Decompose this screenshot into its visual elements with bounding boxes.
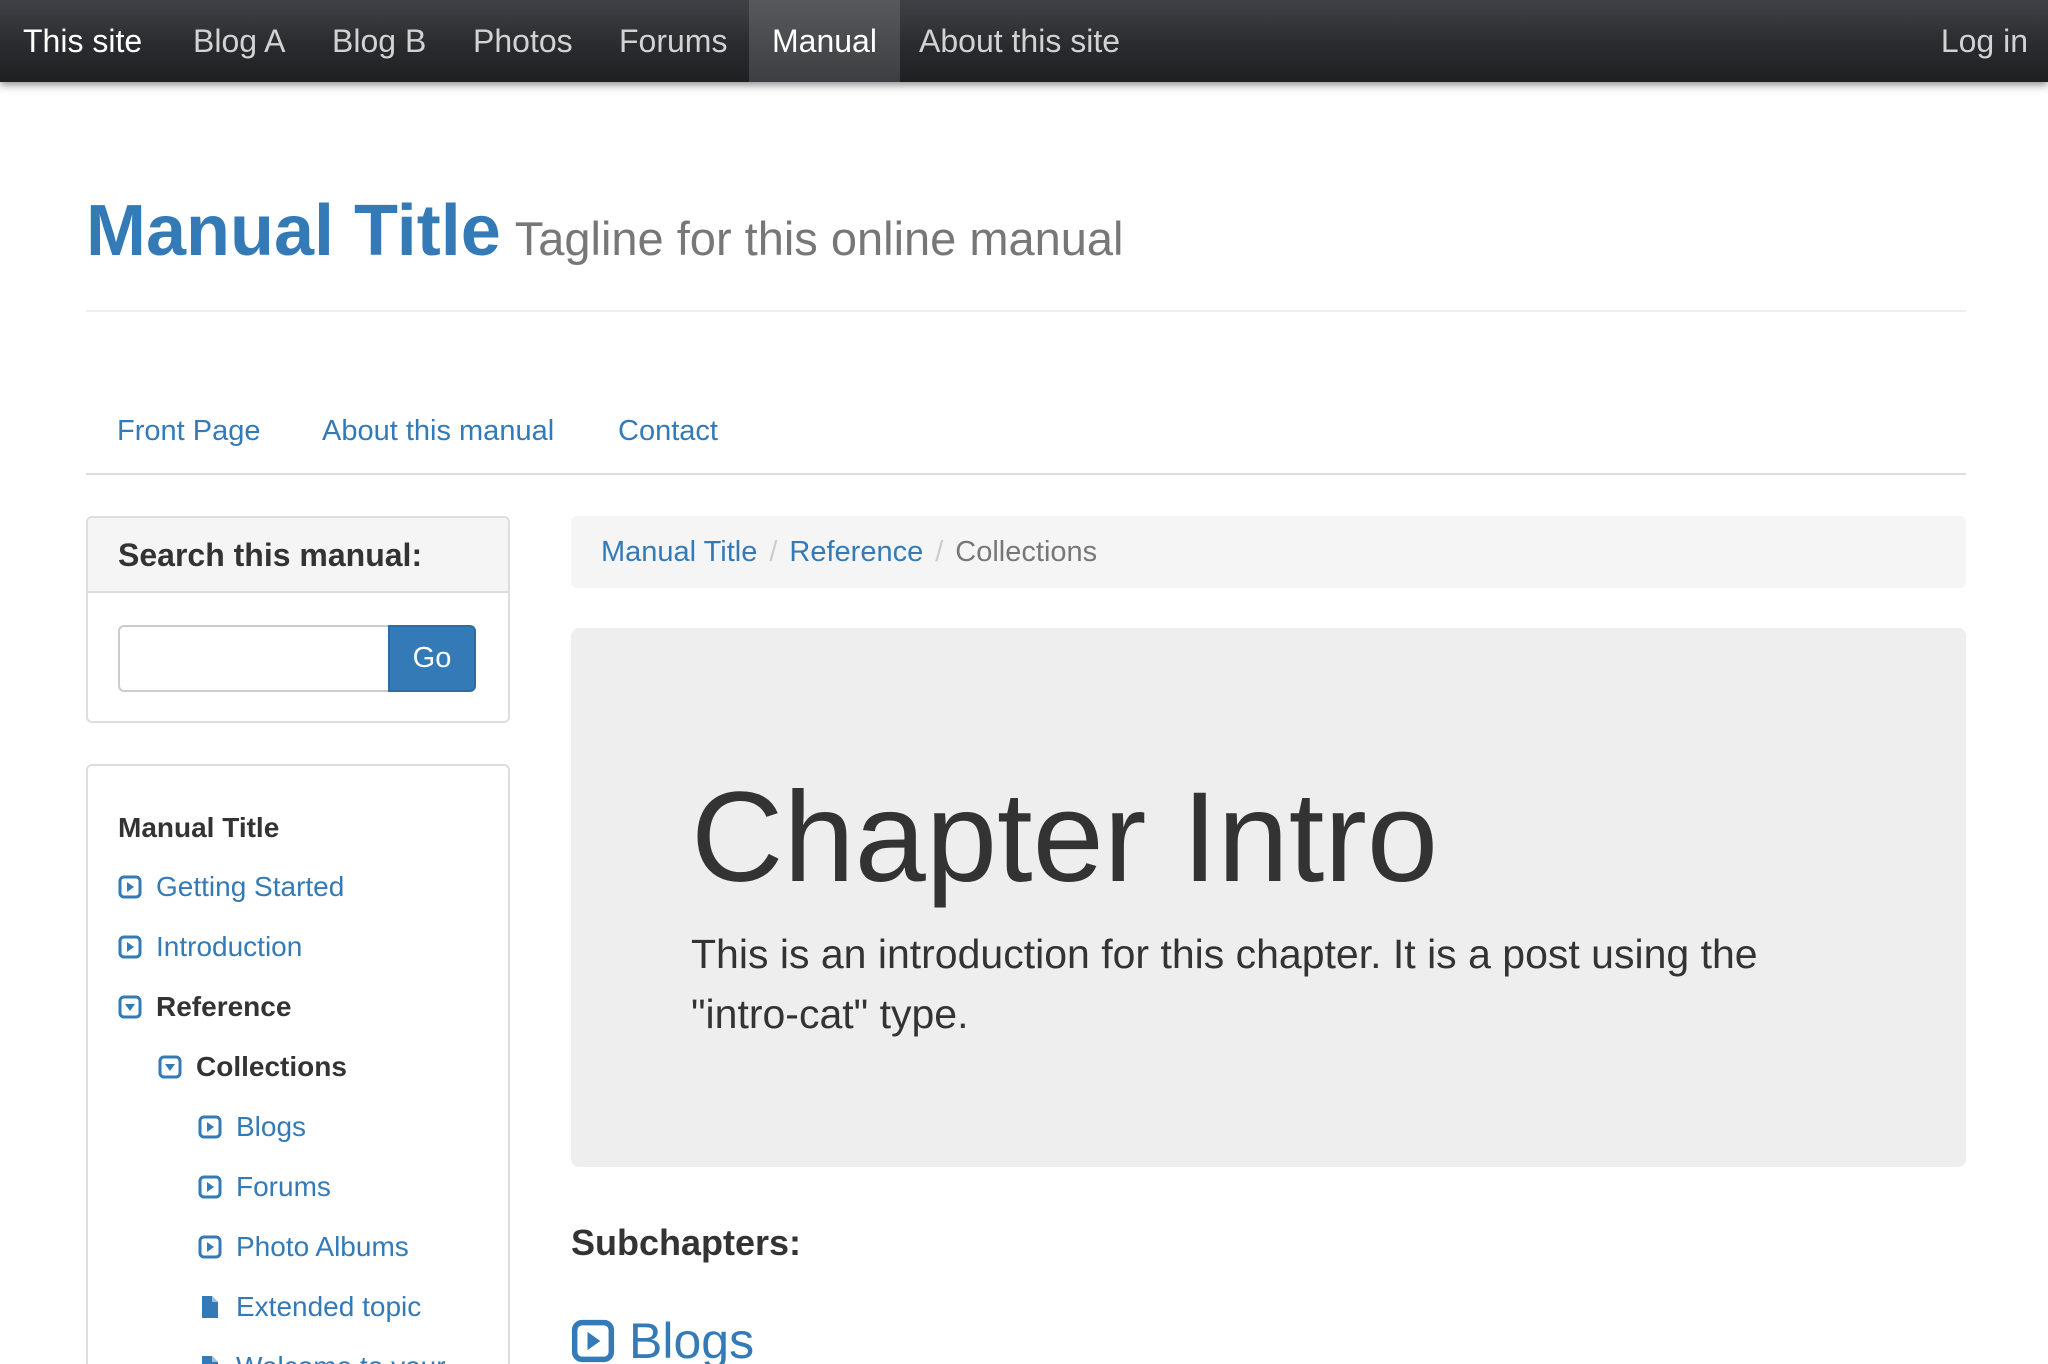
toc-item-label: Extended topic [236, 1291, 422, 1322]
manual-subnav: Front Page About this manual Contact [86, 415, 1966, 475]
expand-icon [118, 935, 142, 959]
search-go-button[interactable]: Go [388, 625, 476, 692]
site-brand[interactable]: This site [23, 0, 142, 82]
nav-manual[interactable]: Manual [749, 0, 900, 82]
toc-item-photo-albums[interactable]: Photo Albums [198, 1227, 409, 1267]
toc-item-collections[interactable]: Collections [158, 1047, 347, 1087]
toc-item-label: Forums [236, 1171, 331, 1202]
toc-panel: Manual Title Getting Started Introductio… [86, 764, 510, 1364]
expand-icon [198, 1235, 222, 1259]
toc-item-getting-started[interactable]: Getting Started [118, 867, 344, 907]
toc-item-welcome[interactable]: Welcome to your [198, 1347, 446, 1364]
manual-tagline: Tagline for this online manual [514, 212, 1124, 265]
breadcrumb-separator: / [935, 536, 944, 568]
collapse-icon [158, 1055, 182, 1079]
toc-item-label: Reference [156, 991, 292, 1022]
search-input[interactable] [118, 625, 388, 692]
breadcrumb: Manual Title / Reference / Collections [571, 516, 1966, 588]
toc-item-label: Introduction [156, 931, 303, 962]
file-icon [202, 1356, 218, 1364]
toc-item-forums[interactable]: Forums [198, 1167, 331, 1207]
nav-blog-b[interactable]: Blog B [317, 0, 441, 82]
top-navbar: This site Blog A Blog B Photos Forums Ma… [0, 0, 2048, 82]
nav-photos[interactable]: Photos [458, 0, 588, 82]
masthead: Manual Title Tagline for this online manu… [86, 190, 1124, 272]
search-heading: Search this manual: [88, 518, 508, 593]
toc-heading: Manual Title [118, 812, 280, 843]
toc-item-introduction[interactable]: Introduction [118, 927, 302, 967]
nav-forums[interactable]: Forums [604, 0, 742, 82]
toc-item-label: Photo Albums [236, 1231, 409, 1262]
expand-icon [571, 1319, 615, 1363]
toc-item-extended-topic[interactable]: Extended topic [198, 1287, 421, 1327]
chapter-intro-jumbotron: Chapter Intro This is an introduction fo… [571, 628, 1966, 1167]
nav-blog-a[interactable]: Blog A [178, 0, 301, 82]
expand-icon [198, 1175, 222, 1199]
subchapter-label: Blogs [629, 1313, 755, 1364]
breadcrumb-separator: / [769, 536, 778, 568]
masthead-divider [86, 310, 1966, 312]
expand-icon [198, 1115, 222, 1139]
breadcrumb-manual-title[interactable]: Manual Title [601, 536, 757, 568]
breadcrumb-reference[interactable]: Reference [789, 536, 923, 568]
login-link[interactable]: Log in [1941, 0, 2028, 82]
subchapters-heading: Subchapters: [571, 1222, 802, 1263]
breadcrumb-current: Collections [955, 536, 1098, 568]
subnav-contact[interactable]: Contact [618, 415, 718, 448]
chapter-heading: Chapter Intro [691, 766, 1439, 909]
manual-title[interactable]: Manual Title [86, 191, 501, 271]
subnav-about-manual[interactable]: About this manual [322, 415, 554, 448]
toc-item-label: Collections [196, 1051, 347, 1082]
search-panel: Search this manual: Go [86, 516, 510, 723]
toc-item-label: Blogs [236, 1111, 307, 1142]
toc-item-reference[interactable]: Reference [118, 987, 291, 1027]
chapter-intro-text: This is an introduction for this chapter… [691, 931, 1758, 1037]
collapse-icon [118, 995, 142, 1019]
expand-icon [118, 875, 142, 899]
nav-about-site[interactable]: About this site [904, 0, 1135, 82]
toc-item-label: Getting Started [156, 871, 345, 902]
toc-item-label: Welcome to your [236, 1347, 446, 1364]
subnav-front-page[interactable]: Front Page [117, 415, 260, 448]
subchapter-blogs-link[interactable]: Blogs [571, 1312, 754, 1364]
file-icon [202, 1296, 218, 1318]
toc-item-blogs[interactable]: Blogs [198, 1107, 306, 1147]
